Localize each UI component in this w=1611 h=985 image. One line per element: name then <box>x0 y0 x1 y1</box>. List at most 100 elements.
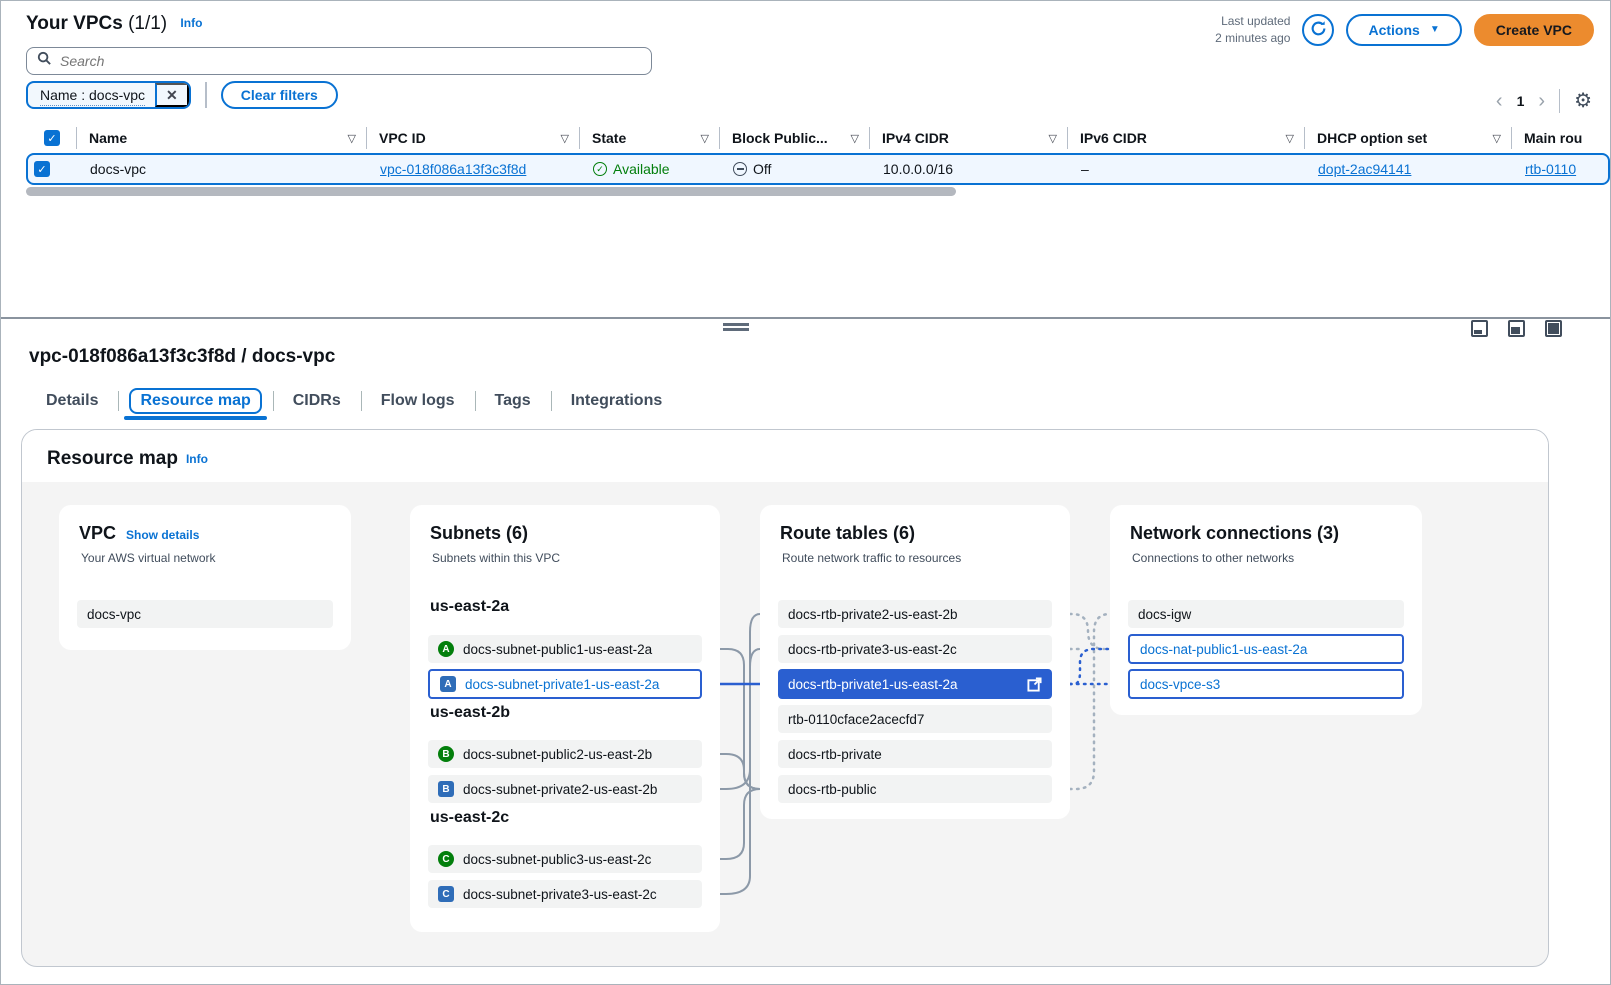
tab-tags[interactable]: Tags <box>475 384 551 418</box>
next-page-button[interactable]: › <box>1538 91 1545 111</box>
remove-filter-button[interactable]: ✕ <box>155 83 189 107</box>
check-circle-icon: ✓ <box>593 162 607 176</box>
main-route-table-link[interactable]: rtb-0110 <box>1525 161 1576 177</box>
tab-details[interactable]: Details <box>26 384 118 418</box>
page-title-text: Your VPCs <box>26 13 123 34</box>
chevron-left-icon: ‹ <box>1496 90 1503 112</box>
vpc-list-panel: Your VPCs (1/1) Info Last updated 2 minu… <box>1 1 1610 319</box>
cell-block-public: Off <box>753 161 771 177</box>
subnets-column: Subnets (6) Subnets within this VPC us-e… <box>410 505 720 932</box>
route-table-item-selected[interactable]: docs-rtb-private1-us-east-2a <box>778 669 1052 699</box>
route-table-item[interactable]: rtb-0110cface2acecfd7 <box>778 705 1052 733</box>
public-subnet-badge: C <box>438 851 454 867</box>
search-input[interactable] <box>60 53 641 69</box>
public-subnet-badge: A <box>438 641 454 657</box>
connection-item-highlighted[interactable]: docs-vpce-s3 <box>1128 669 1404 699</box>
table-header-row: ✓ Name▽ VPC ID▽ State▽ Block Public...▽ … <box>26 123 1610 153</box>
state-available: ✓Available <box>593 161 670 177</box>
vpc-id-link[interactable]: vpc-018f086a13f3c3f8d <box>380 161 526 177</box>
subnet-item[interactable]: C docs-subnet-private3-us-east-2c <box>428 880 702 908</box>
tab-flow-logs[interactable]: Flow logs <box>361 384 475 418</box>
row-checkbox[interactable]: ✓ <box>34 161 50 177</box>
list-header: Your VPCs (1/1) Info Last updated 2 minu… <box>26 13 1594 47</box>
chevron-right-icon: › <box>1538 90 1545 112</box>
subnet-item-highlighted[interactable]: A docs-subnet-private1-us-east-2a <box>428 669 702 699</box>
tab-integrations[interactable]: Integrations <box>551 384 683 418</box>
page-number: 1 <box>1517 93 1525 109</box>
last-updated-text: Last updated 2 minutes ago <box>1215 13 1290 47</box>
subnet-item[interactable]: B docs-subnet-public2-us-east-2b <box>428 740 702 768</box>
panel-small-icon[interactable] <box>1471 320 1488 337</box>
filter-icon[interactable]: ▽ <box>1049 132 1057 145</box>
filter-row: Name : docs-vpc ✕ Clear filters <box>26 81 338 109</box>
table-settings-button[interactable]: ⚙ <box>1574 91 1592 111</box>
resource-map-card: Resource map Info <box>21 429 1549 967</box>
connection-item[interactable]: docs-igw <box>1128 600 1404 628</box>
detail-tabs: Details Resource map CIDRs Flow logs Tag… <box>26 384 682 418</box>
public-subnet-badge: B <box>438 746 454 762</box>
info-link[interactable]: Info <box>180 16 202 30</box>
caret-down-icon: ▼ <box>1430 24 1440 35</box>
network-connections-column-subtitle: Connections to other networks <box>1130 551 1402 565</box>
table-row[interactable]: ✓ docs-vpc vpc-018f086a13f3c3f8d ✓Availa… <box>26 153 1610 185</box>
col-header-main-route: Main rou <box>1511 127 1610 149</box>
vpc-count: (1/1) <box>128 13 167 34</box>
filter-token-label: Name : docs-vpc <box>28 83 155 107</box>
vpc-column-subtitle: Your AWS virtual network <box>79 551 331 565</box>
subnet-item[interactable]: A docs-subnet-public1-us-east-2a <box>428 635 702 663</box>
show-details-link[interactable]: Show details <box>126 528 199 542</box>
subnets-column-subtitle: Subnets within this VPC <box>430 551 700 565</box>
dhcp-option-set-link[interactable]: dopt-2ac94141 <box>1318 161 1411 177</box>
filter-icon[interactable]: ▽ <box>561 132 569 145</box>
check-icon: ✓ <box>37 163 46 176</box>
external-link-icon[interactable] <box>1027 677 1042 692</box>
route-table-item[interactable]: docs-rtb-private <box>778 740 1052 768</box>
private-subnet-badge: B <box>438 781 454 797</box>
subnet-item[interactable]: B docs-subnet-private2-us-east-2b <box>428 775 702 803</box>
route-tables-column: Route tables (6) Route network traffic t… <box>760 505 1070 819</box>
tab-resource-map[interactable]: Resource map <box>118 384 272 418</box>
filter-icon[interactable]: ▽ <box>348 132 356 145</box>
panel-full-icon[interactable] <box>1545 320 1562 337</box>
horizontal-scrollbar <box>26 187 1562 196</box>
private-subnet-badge: A <box>440 676 456 692</box>
panel-half-icon[interactable] <box>1508 320 1525 337</box>
gear-icon: ⚙ <box>1574 90 1592 112</box>
resource-map-info-link[interactable]: Info <box>186 452 208 466</box>
route-table-item[interactable]: docs-rtb-public <box>778 775 1052 803</box>
route-table-item[interactable]: docs-rtb-private3-us-east-2c <box>778 635 1052 663</box>
clear-filters-button[interactable]: Clear filters <box>221 81 338 109</box>
vpc-item[interactable]: docs-vpc <box>77 600 333 628</box>
pagination: ‹ 1 › ⚙ <box>1496 89 1592 113</box>
search-box[interactable] <box>26 47 652 75</box>
filter-icon[interactable]: ▽ <box>851 132 859 145</box>
cell-name: docs-vpc <box>78 161 368 177</box>
create-vpc-button[interactable]: Create VPC <box>1474 14 1594 46</box>
resource-map-canvas: VPC Show details Your AWS virtual networ… <box>22 482 1548 967</box>
filter-token[interactable]: Name : docs-vpc ✕ <box>26 81 191 109</box>
filter-icon[interactable]: ▽ <box>701 132 709 145</box>
col-header-dhcp: DHCP option set▽ <box>1304 127 1511 149</box>
select-all-checkbox[interactable]: ✓ <box>44 130 60 146</box>
actions-button[interactable]: Actions ▼ <box>1346 14 1461 46</box>
col-header-vpc-id: VPC ID▽ <box>366 127 579 149</box>
subnet-item[interactable]: C docs-subnet-public3-us-east-2c <box>428 845 702 873</box>
prev-page-button[interactable]: ‹ <box>1496 91 1503 111</box>
scrollbar-thumb[interactable] <box>26 187 956 196</box>
col-header-ipv4-cidr: IPv4 CIDR▽ <box>869 127 1067 149</box>
filter-divider <box>205 82 207 108</box>
filter-icon[interactable]: ▽ <box>1493 132 1501 145</box>
refresh-button[interactable] <box>1302 14 1334 46</box>
tab-cidrs[interactable]: CIDRs <box>273 384 361 418</box>
header-actions: Last updated 2 minutes ago Actions ▼ Cre… <box>1215 13 1594 47</box>
az-heading: us-east-2c <box>430 809 509 827</box>
network-connections-column: Network connections (3) Connections to o… <box>1110 505 1422 715</box>
route-table-item[interactable]: docs-rtb-private2-us-east-2b <box>778 600 1052 628</box>
connection-item-highlighted[interactable]: docs-nat-public1-us-east-2a <box>1128 634 1404 664</box>
cell-ipv6-cidr: – <box>1069 161 1306 177</box>
check-icon: ✓ <box>47 132 56 145</box>
filter-icon[interactable]: ▽ <box>1286 132 1294 145</box>
az-heading: us-east-2a <box>430 598 509 616</box>
split-drag-handle[interactable] <box>723 323 749 331</box>
resource-map-header: Resource map Info <box>22 430 1548 482</box>
